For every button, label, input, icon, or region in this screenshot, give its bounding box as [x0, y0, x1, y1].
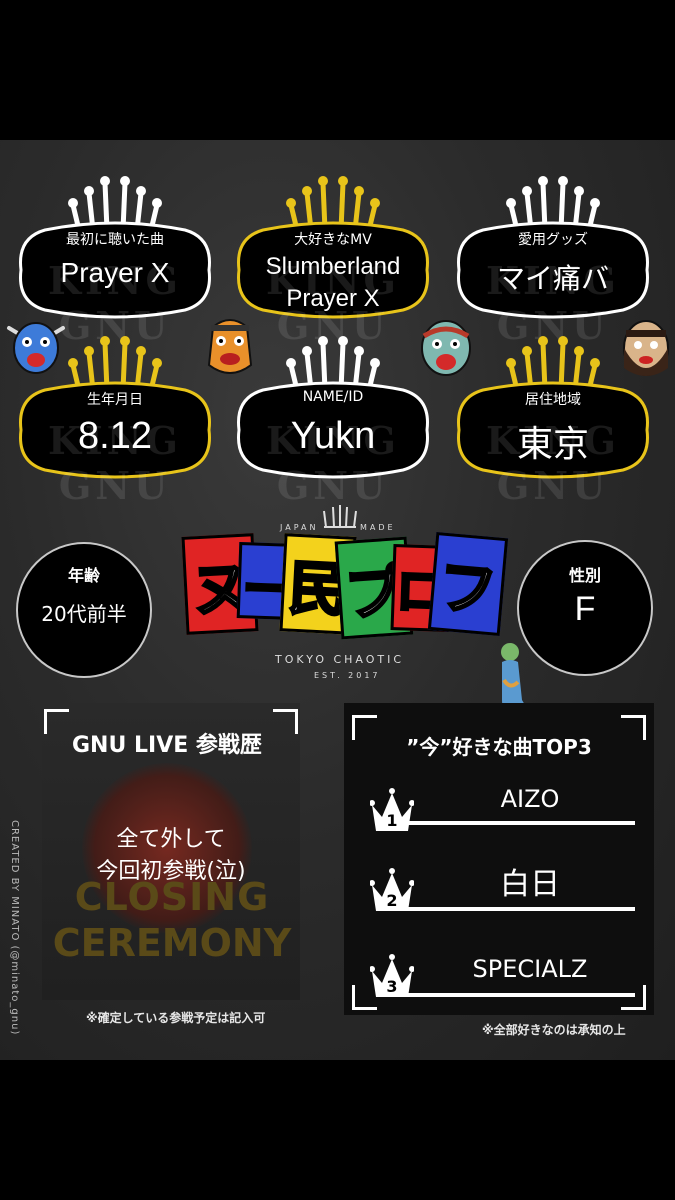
card-label: 大好きなMV: [294, 232, 372, 248]
rank-underline: [400, 907, 635, 911]
card-label: 生年月日: [87, 392, 143, 408]
card-value: Prayer X: [60, 257, 170, 288]
rank-song: AIZO: [500, 785, 560, 813]
rank-number: 2: [386, 891, 398, 910]
rank-row-2: 2 白日: [370, 855, 640, 925]
card-label: 居住地域: [525, 392, 581, 408]
top3-note: ※全部好きなのは承知の上: [482, 1023, 626, 1037]
gender-value: F: [574, 590, 596, 628]
card-value: 8.12: [78, 415, 152, 457]
rank-song: 白日: [500, 867, 560, 902]
rank-row-1: 1 AIZO: [370, 775, 640, 845]
rank-underline: [400, 993, 635, 997]
card-value: 東京: [516, 423, 589, 464]
logo-est: EST. 2017: [314, 671, 381, 680]
corner-bracket: [44, 709, 69, 734]
logo-subtitle: TOKYO CHAOTIC: [275, 653, 405, 666]
live-title: GNU LIVE 参戦歴: [72, 733, 262, 758]
live-body-line2: 今回初参戦(泣): [96, 859, 246, 884]
card-label: 最初に聴いた曲: [66, 232, 164, 248]
rank-underline: [400, 821, 635, 825]
age-title: 年齢: [67, 566, 100, 585]
card-name-id: KING GNU NAME/ID Yukn: [233, 335, 433, 508]
live-history-panel: CLOSING CEREMONY GNU LIVE 参戦歴 全て外して 今回初参…: [42, 703, 300, 1030]
card-label: NAME/ID: [302, 389, 364, 405]
rank-song: SPECIALZ: [472, 955, 588, 983]
card-value: マイ痛バ: [496, 263, 609, 294]
live-body-line1: 全て外して: [116, 827, 226, 852]
card-value-line1: Slumberland: [265, 253, 401, 280]
gender-title: 性別: [568, 566, 601, 585]
nu-min-profile-logo: JAPAN MADE ヌ ー 民 プ ロ フ TOKYO CHAOTIC EST…: [180, 505, 509, 690]
card-value-line2: Prayer X: [286, 285, 380, 312]
rank-row-3: 3 SPECIALZ: [370, 945, 640, 1015]
orange-mask-icon: [207, 319, 253, 374]
beard-mask-icon: [623, 320, 669, 376]
top3-title: ”今”好きな曲TOP3: [406, 735, 592, 759]
logo-japan: JAPAN: [280, 523, 319, 532]
age-circle: 年齢 20代前半: [16, 542, 152, 678]
corner-bracket: [273, 709, 298, 734]
logo-char-6: フ: [427, 532, 509, 636]
card-value: Yukn: [290, 415, 376, 457]
card-goods: KING GNU 愛用グッズ マイ痛バ: [453, 175, 653, 348]
card-first-song: KING GNU 最初に聴いた曲 Prayer X: [15, 175, 215, 348]
card-label: 愛用グッズ: [518, 232, 588, 248]
rank-number: 1: [386, 811, 398, 830]
profile-template: KING GNU 最初に聴いた曲 Prayer X KING GNU 大好きなM…: [0, 0, 675, 1200]
credit-text: CREATED BY MINATO (@minato_gnu): [9, 820, 20, 1036]
rank-number: 3: [386, 977, 398, 996]
blue-mask-icon: [7, 322, 65, 374]
logo-made: MADE: [360, 523, 396, 532]
age-value: 20代前半: [41, 602, 127, 626]
live-note: ※確定している参戦予定は記入可: [86, 1011, 266, 1025]
card-favorite-mv: KING GNU 大好きなMV Slumberland Prayer X: [233, 175, 433, 348]
teal-mask-icon: [421, 320, 471, 376]
small-crown-icon: [323, 505, 357, 528]
poster-ceremony: CEREMONY: [52, 921, 292, 965]
